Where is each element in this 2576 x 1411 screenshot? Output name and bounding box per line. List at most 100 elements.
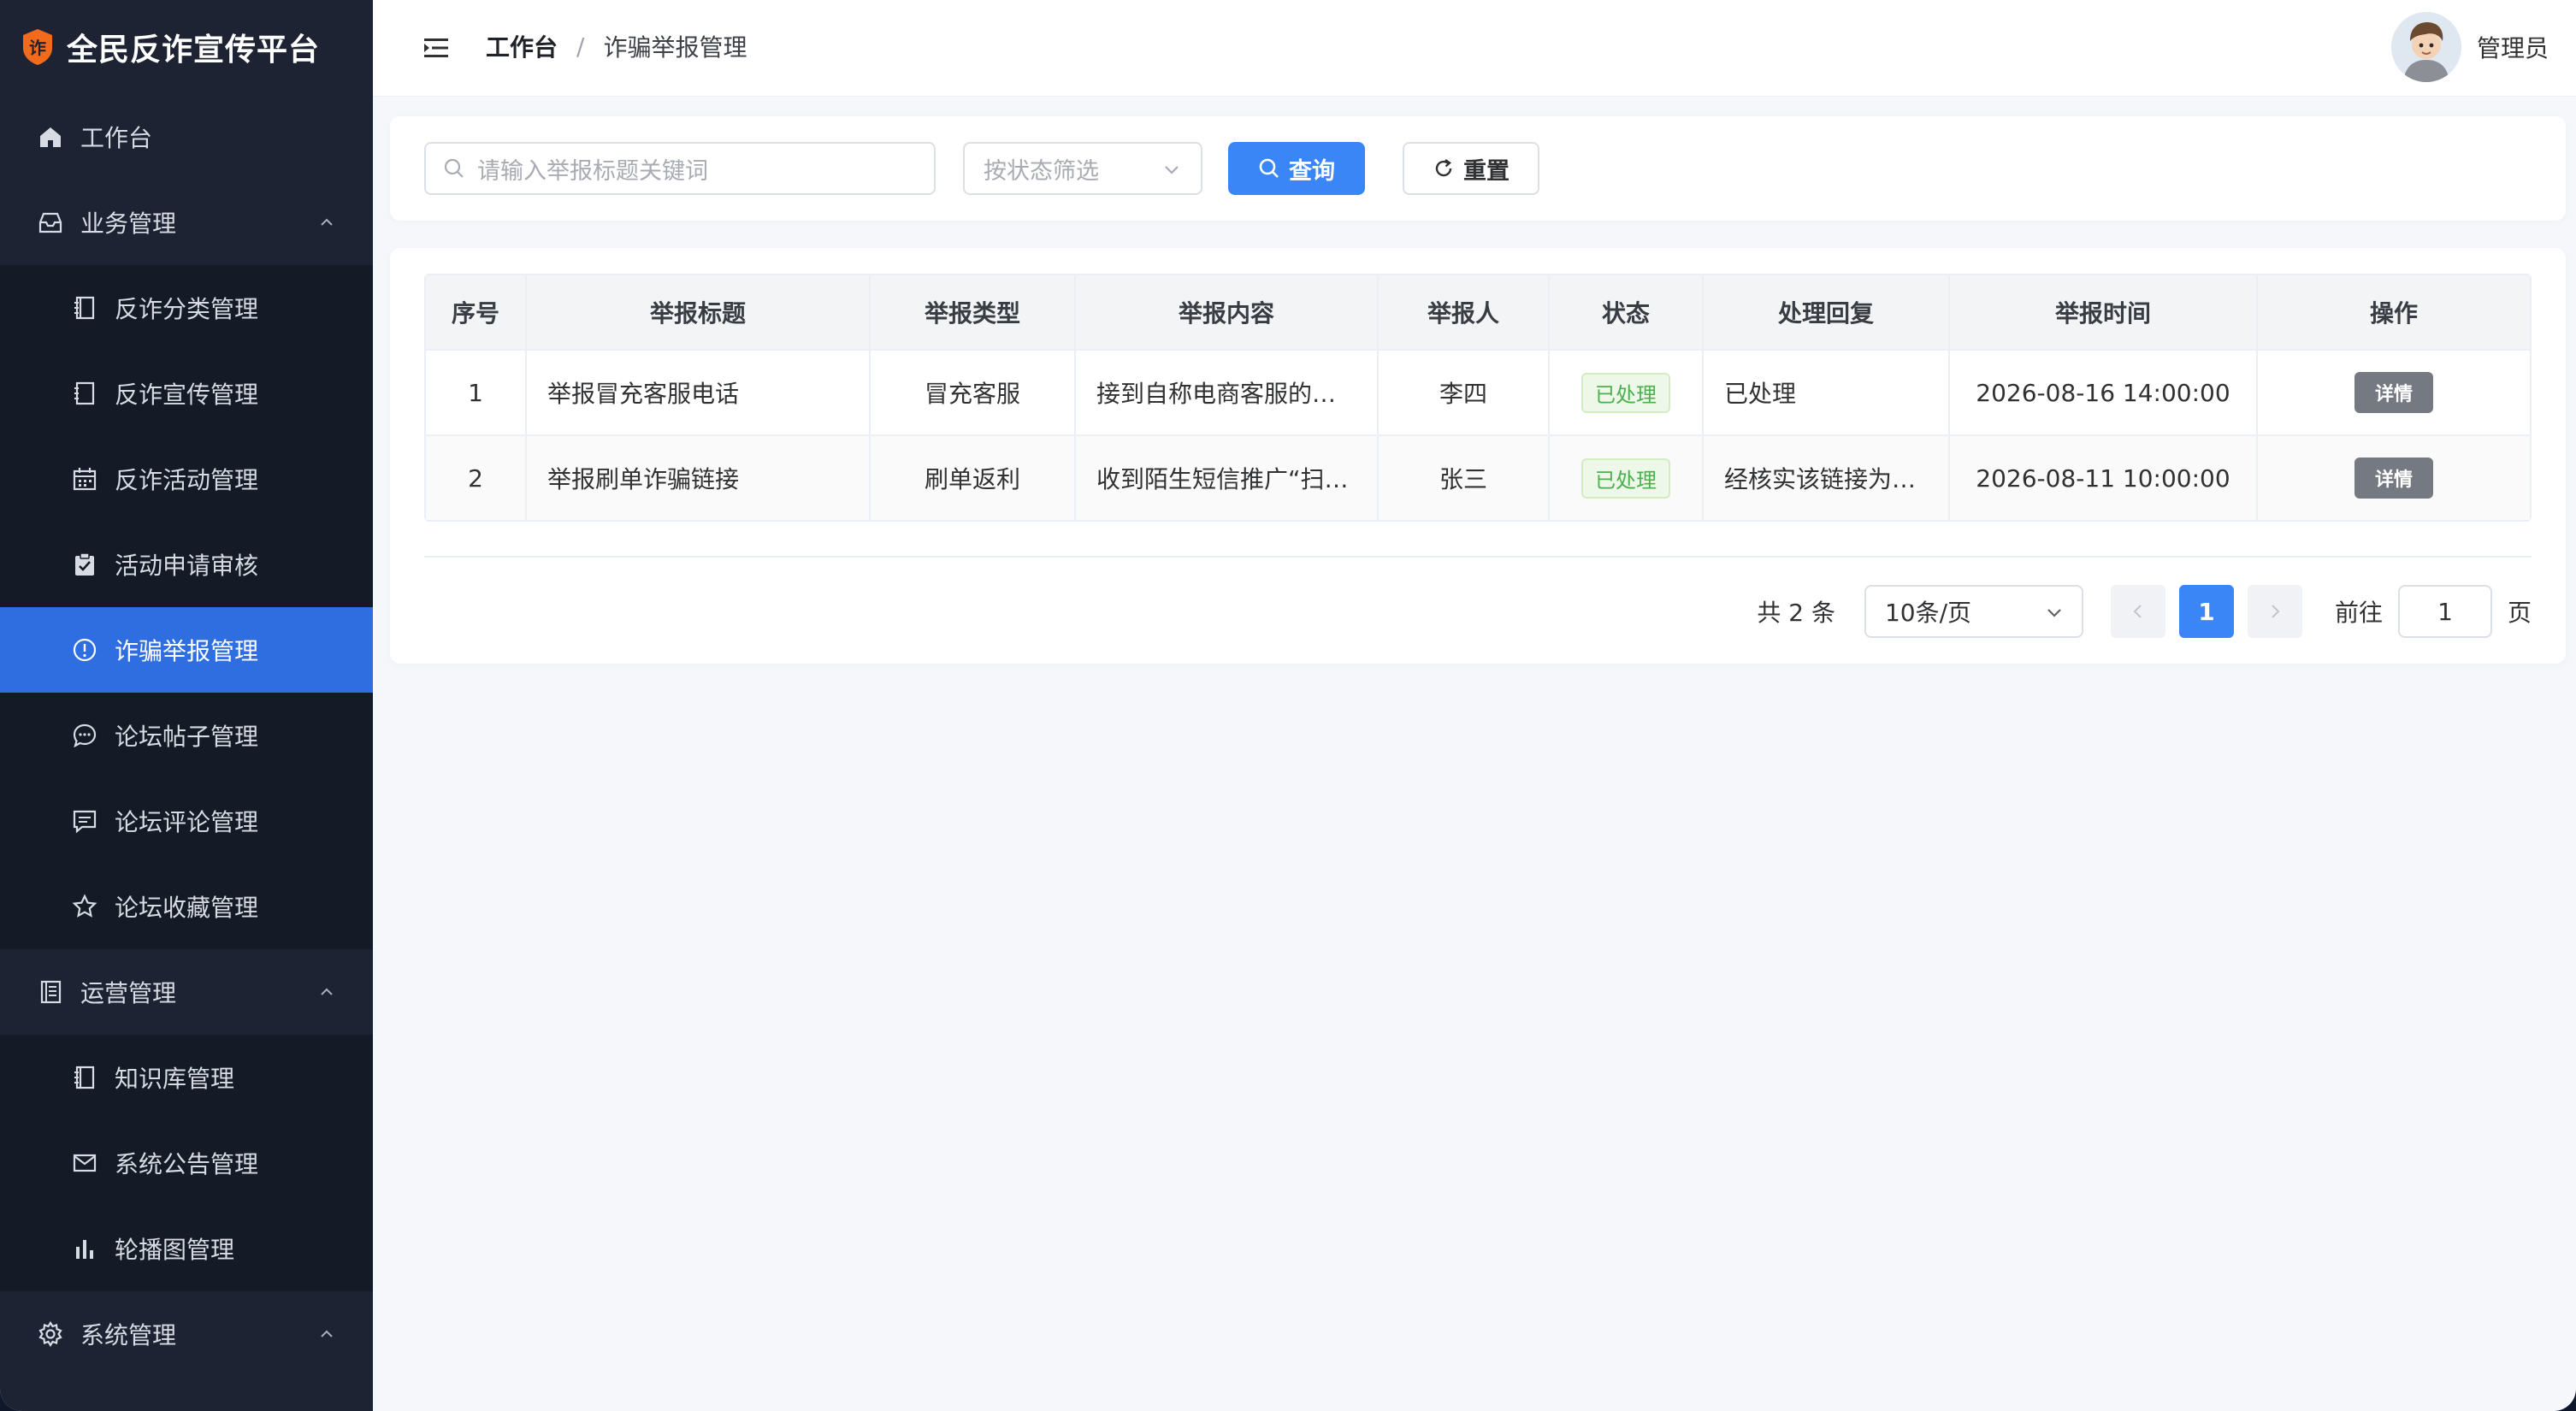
breadcrumb: 工作台 / 诈骗举报管理: [486, 29, 747, 63]
goto-page-input[interactable]: 1: [2397, 585, 2492, 638]
table-row: 2 举报刷单诈骗链接 刷单返利 收到陌生短信推广“扫… 张三 已处理 经核实该链…: [426, 436, 2530, 520]
sidebar-item[interactable]: 工作台: [0, 94, 373, 180]
detail-button[interactable]: 详情: [2354, 458, 2433, 499]
brand: 诈 全民反诈宣传平台: [0, 0, 373, 94]
breadcrumb-separator: /: [576, 32, 585, 61]
sidebar-item[interactable]: 系统公告管理: [0, 1120, 373, 1206]
table-header-row: 序号 举报标题 举报类型 举报内容 举报人 状态 处理回复 举报时间 操作: [426, 275, 2530, 351]
reset-button[interactable]: 重置: [1403, 142, 1539, 195]
pagination: 共 2 条 10条/页 1 前往 1 页: [1757, 585, 2532, 638]
notebook-icon: [70, 1063, 99, 1092]
chevron-up-icon[interactable]: [316, 1324, 337, 1344]
sidebar-item-label: 论坛评论管理: [115, 808, 259, 836]
cell-reply: 已处理: [1704, 351, 1950, 434]
cell-type: 冒充客服: [871, 351, 1076, 434]
column-header: 举报类型: [871, 275, 1076, 349]
table-divider: [424, 556, 2532, 558]
notebook-icon: [70, 293, 99, 322]
sidebar-item-label: 论坛帖子管理: [115, 723, 259, 751]
clipboard-check-icon: [70, 550, 99, 579]
pagination-total: 共 2 条: [1757, 599, 1835, 627]
detail-button[interactable]: 详情: [2354, 372, 2433, 413]
calendar-icon: [70, 464, 99, 493]
user-menu[interactable]: 管理员: [2390, 12, 2549, 82]
cell-title: 举报冒充客服电话: [527, 351, 871, 434]
page-number-button[interactable]: 1: [2178, 585, 2234, 638]
sidebar-item[interactable]: 系统管理: [0, 1291, 373, 1377]
search-icon: [444, 158, 464, 178]
cell-index: 2: [426, 436, 527, 520]
cell-action: 详情: [2258, 351, 2530, 434]
cell-time: 2026-08-16 14:00:00: [1950, 351, 2258, 434]
sidebar-item-label: 反诈分类管理: [115, 295, 259, 323]
user-name[interactable]: 管理员: [2477, 30, 2549, 64]
inbox-icon: [36, 208, 65, 237]
gear-icon: [36, 1319, 65, 1349]
sidebar-item[interactable]: 诈骗举报管理: [0, 607, 373, 693]
sidebar-item-label: 运营管理: [80, 979, 177, 1007]
sidebar-item[interactable]: 论坛收藏管理: [0, 864, 373, 949]
sidebar-item[interactable]: 反诈宣传管理: [0, 351, 373, 436]
top-header: 工作台 / 诈骗举报管理 管理员: [373, 0, 2576, 97]
document-icon: [70, 379, 99, 408]
table-row: 1 举报冒充客服电话 冒充客服 接到自称电商客服的… 李四 已处理 已处理 20…: [426, 351, 2530, 436]
column-header: 举报内容: [1076, 275, 1379, 349]
next-page-button[interactable]: [2247, 585, 2302, 638]
logo-icon: 诈: [21, 27, 55, 67]
status-badge: 已处理: [1581, 372, 1670, 413]
sidebar-item-label: 诈骗举报管理: [115, 637, 259, 665]
home-icon: [36, 122, 65, 151]
table-panel: 序号 举报标题 举报类型 举报内容 举报人 状态 处理回复 举报时间 操作 1 …: [390, 248, 2566, 664]
chevron-down-icon: [2047, 609, 2061, 617]
message-icon: [70, 1148, 99, 1178]
sidebar-item[interactable]: 运营管理: [0, 949, 373, 1035]
cell-reporter: 张三: [1379, 436, 1550, 520]
sidebar-item[interactable]: 轮播图管理: [0, 1206, 373, 1291]
tickets-icon: [36, 977, 65, 1007]
goto-label: 前往: [2334, 599, 2383, 627]
prev-page-button[interactable]: [2110, 585, 2165, 638]
cell-index: 1: [426, 351, 527, 434]
sidebar-item[interactable]: 业务管理: [0, 180, 373, 265]
sidebar-item-label: 论坛收藏管理: [115, 894, 259, 922]
sidebar-item-label: 反诈活动管理: [115, 466, 259, 494]
breadcrumb-current: 诈骗举报管理: [603, 33, 747, 62]
sidebar-item-label: 系统管理: [80, 1321, 177, 1349]
sidebar-item-label: 业务管理: [80, 210, 177, 238]
avatar[interactable]: [2390, 12, 2461, 82]
search-input[interactable]: 请输入举报标题关键词: [424, 142, 936, 195]
column-header: 操作: [2369, 299, 2418, 328]
sidebar-item-label: 活动申请审核: [115, 552, 259, 580]
sidebar-item[interactable]: 活动申请审核: [0, 522, 373, 607]
cell-reply: 经核实该链接为…: [1704, 436, 1950, 520]
star-icon: [70, 892, 99, 921]
sidebar-item-label: 轮播图管理: [115, 1236, 235, 1264]
sidebar-menu: 工作台业务管理反诈分类管理 反诈宣传管理 反诈活动管理 活动申请审核 诈骗举报管理 论坛帖…: [0, 94, 373, 1377]
comment-icon: [70, 806, 99, 835]
breadcrumb-home[interactable]: 工作台: [486, 29, 558, 63]
chevron-down-icon: [1165, 166, 1179, 174]
status-badge: 已处理: [1581, 458, 1670, 499]
sidebar-item[interactable]: 反诈活动管理: [0, 436, 373, 522]
sidebar-item[interactable]: 论坛评论管理: [0, 778, 373, 864]
bar-chart-icon: [70, 1234, 99, 1263]
column-header: 序号: [426, 275, 527, 349]
column-header: 状态: [1550, 275, 1704, 349]
cell-content: 接到自称电商客服的…: [1076, 351, 1379, 434]
report-table: 序号 举报标题 举报类型 举报内容 举报人 状态 处理回复 举报时间 操作 1 …: [424, 274, 2532, 522]
sidebar-item[interactable]: 知识库管理: [0, 1035, 373, 1120]
chevron-left-icon: [2133, 605, 2142, 618]
chevron-up-icon[interactable]: [316, 212, 337, 233]
query-button[interactable]: 查询: [1228, 142, 1365, 195]
status-select[interactable]: 按状态筛选: [963, 142, 1202, 195]
sidebar-item-label: 反诈宣传管理: [115, 381, 259, 409]
column-header: 举报时间: [1950, 275, 2258, 349]
chevron-up-icon[interactable]: [316, 982, 337, 1002]
cell-status: 已处理: [1550, 436, 1704, 520]
page-size-select[interactable]: 10条/页: [1864, 585, 2083, 638]
column-header: 举报人: [1379, 275, 1550, 349]
menu-fold-icon[interactable]: [421, 32, 452, 63]
sidebar-item[interactable]: 反诈分类管理: [0, 265, 373, 351]
cell-time: 2026-08-11 10:00:00: [1950, 436, 2258, 520]
sidebar-item[interactable]: 论坛帖子管理: [0, 693, 373, 778]
